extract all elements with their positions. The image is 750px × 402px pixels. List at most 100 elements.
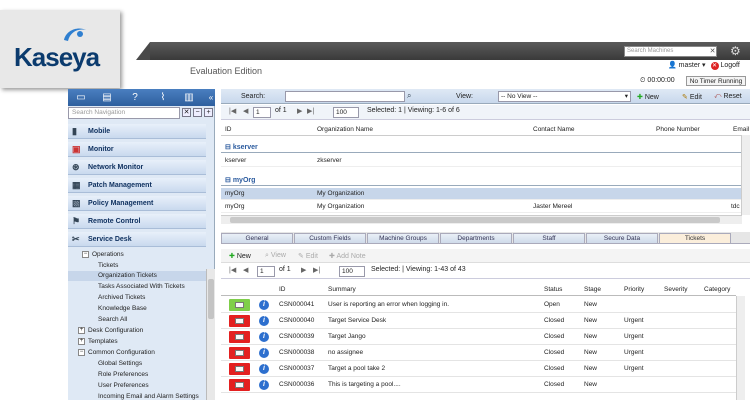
info-icon[interactable]: i: [259, 316, 269, 326]
table-row[interactable]: i CSN000037 Target a pool take 2 Closed New U…: [221, 361, 736, 377]
column-severity[interactable]: Severity: [664, 286, 687, 293]
search-machines-input[interactable]: Search Machines: [624, 46, 717, 57]
tree-knowledge-base[interactable]: Knowledge Base: [68, 304, 206, 314]
table-row[interactable]: i CSN000040 Target Service Desk Closed New Ur…: [221, 313, 736, 329]
logoff-icon[interactable]: ✕: [710, 62, 719, 70]
first-page-icon[interactable]: |◀: [229, 266, 236, 274]
column-category[interactable]: Category: [704, 286, 730, 293]
search-navigation-input[interactable]: Search Navigation: [68, 107, 180, 119]
tab-staff[interactable]: Staff: [513, 233, 585, 244]
table-row[interactable]: i CSN000038 no assignee Closed New Urgent: [221, 345, 736, 361]
column-id[interactable]: ID: [279, 286, 286, 293]
sidebar-scrollbar[interactable]: [206, 269, 215, 400]
next-page-icon[interactable]: ▶: [297, 107, 302, 115]
new-button[interactable]: ✚ New: [637, 93, 659, 101]
tab-general[interactable]: General: [221, 233, 293, 244]
search-icon[interactable]: ⌕: [407, 91, 411, 101]
reset-button[interactable]: ⤺ Reset: [714, 93, 742, 101]
first-page-icon[interactable]: |◀: [229, 107, 236, 115]
tab-departments[interactable]: Departments: [440, 233, 512, 244]
table-row[interactable]: i CSN000039 Target Jango Closed New Urgent: [221, 329, 736, 345]
logoff-link[interactable]: Logoff: [720, 62, 739, 69]
ticket-scrollbar[interactable]: [736, 296, 745, 400]
page-size-select[interactable]: 100: [333, 107, 359, 118]
horizontal-scrollbar[interactable]: [221, 215, 742, 224]
tree-operations[interactable]: − Operations: [68, 250, 206, 260]
table-row[interactable]: i CSN000041 User is reporting an error whe…: [221, 297, 736, 313]
column-priority[interactable]: Priority: [624, 286, 644, 293]
page-input[interactable]: 1: [257, 266, 275, 277]
notes-icon[interactable]: ▤: [100, 91, 114, 104]
page-size-select[interactable]: 100: [339, 266, 365, 277]
scroll-thumb[interactable]: [208, 279, 214, 319]
module-network-monitor[interactable]: ⊛ Network Monitor: [68, 160, 206, 175]
book-icon[interactable]: ▭: [74, 91, 88, 104]
table-row[interactable]: i CSN000036 This is targeting a pool.... Cl…: [221, 377, 736, 393]
edit-button[interactable]: ✎ Edit: [682, 93, 702, 101]
info-icon[interactable]: i: [259, 380, 269, 390]
tree-tickets[interactable]: Tickets: [68, 261, 206, 271]
module-monitor[interactable]: ▣ Monitor: [68, 142, 206, 157]
column-phone-number[interactable]: Phone Number: [656, 126, 700, 133]
column-stage[interactable]: Stage: [584, 286, 601, 293]
table-row[interactable]: myOrg My Organization: [221, 188, 742, 200]
column-status[interactable]: Status: [544, 286, 562, 293]
tree-organization-tickets[interactable]: Organization Tickets: [68, 271, 206, 281]
tree-incoming-email[interactable]: Incoming Email and Alarm Settings: [68, 392, 206, 402]
table-row[interactable]: kserver zkserver: [221, 155, 742, 167]
tree-common-configuration[interactable]: − Common Configuration: [68, 348, 206, 358]
module-patch-management[interactable]: ▦ Patch Management: [68, 178, 206, 193]
prev-page-icon[interactable]: ◀: [243, 107, 248, 115]
edit-ticket-button[interactable]: ✎ Edit: [298, 252, 318, 260]
scroll-thumb[interactable]: [230, 217, 720, 223]
group-header[interactable]: ⊟ kserver: [221, 142, 742, 153]
column-id[interactable]: ID: [225, 126, 232, 133]
close-icon[interactable]: ✕: [708, 47, 717, 56]
expand-icon[interactable]: +: [78, 326, 85, 334]
tab-machine-groups[interactable]: Machine Groups: [367, 233, 439, 244]
tree-user-preferences[interactable]: User Preferences: [68, 381, 206, 391]
column-summary[interactable]: Summary: [328, 286, 356, 293]
vertical-scrollbar[interactable]: [741, 135, 750, 215]
info-icon[interactable]: i: [259, 348, 269, 358]
last-page-icon[interactable]: ▶|: [313, 266, 320, 274]
timer-status-button[interactable]: No Timer Running: [686, 76, 746, 86]
last-page-icon[interactable]: ▶|: [307, 107, 314, 115]
user-menu[interactable]: 👤 master ▾ ✕ Logoff: [668, 61, 740, 70]
chart-icon[interactable]: ⌇: [156, 91, 170, 104]
collapse-icon[interactable]: «: [204, 91, 218, 104]
help-icon[interactable]: ?: [128, 91, 142, 104]
view-ticket-button[interactable]: ⌕ View: [265, 252, 286, 260]
module-remote-control[interactable]: ⚑ Remote Control: [68, 214, 206, 229]
tab-tickets[interactable]: Tickets: [659, 233, 731, 244]
info-icon[interactable]: i: [259, 332, 269, 342]
page-input[interactable]: 1: [253, 107, 271, 118]
module-service-desk[interactable]: ✂ Service Desk: [68, 232, 206, 247]
expand-tree-button[interactable]: +: [204, 108, 213, 117]
collapse-icon[interactable]: ⊟: [225, 177, 231, 184]
expand-icon[interactable]: +: [78, 337, 85, 345]
info-icon[interactable]: i: [259, 300, 269, 310]
tree-tasks-associated[interactable]: Tasks Associated With Tickets: [68, 282, 206, 292]
next-page-icon[interactable]: ▶: [301, 266, 306, 274]
column-contact-name[interactable]: Contact Name: [533, 126, 575, 133]
table-row[interactable]: myOrg My Organization Jaster Mereel tdc: [221, 201, 742, 213]
add-note-button[interactable]: ✚ Add Note: [329, 252, 366, 260]
collapse-icon[interactable]: ⊟: [225, 144, 231, 151]
tree-search-all[interactable]: Search All: [68, 315, 206, 325]
column-email[interactable]: Email: [733, 126, 749, 133]
collapse-icon[interactable]: −: [78, 348, 85, 356]
tree-desk-configuration[interactable]: + Desk Configuration: [68, 326, 206, 336]
module-policy-management[interactable]: ▧ Policy Management: [68, 196, 206, 211]
module-mobile[interactable]: ▮ Mobile: [68, 124, 206, 139]
tree-role-preferences[interactable]: Role Preferences: [68, 370, 206, 380]
new-ticket-button[interactable]: ✚ New: [229, 252, 251, 260]
tree-global-settings[interactable]: Global Settings: [68, 359, 206, 369]
tree-archived-tickets[interactable]: Archived Tickets: [68, 293, 206, 303]
column-organization-name[interactable]: Organization Name: [317, 126, 373, 133]
clear-search-button[interactable]: ✕: [182, 108, 191, 117]
clipboard-icon[interactable]: ▥: [182, 91, 196, 104]
gear-icon[interactable]: ⚙: [730, 44, 744, 58]
info-icon[interactable]: i: [259, 364, 269, 374]
collapse-icon[interactable]: −: [82, 250, 89, 258]
